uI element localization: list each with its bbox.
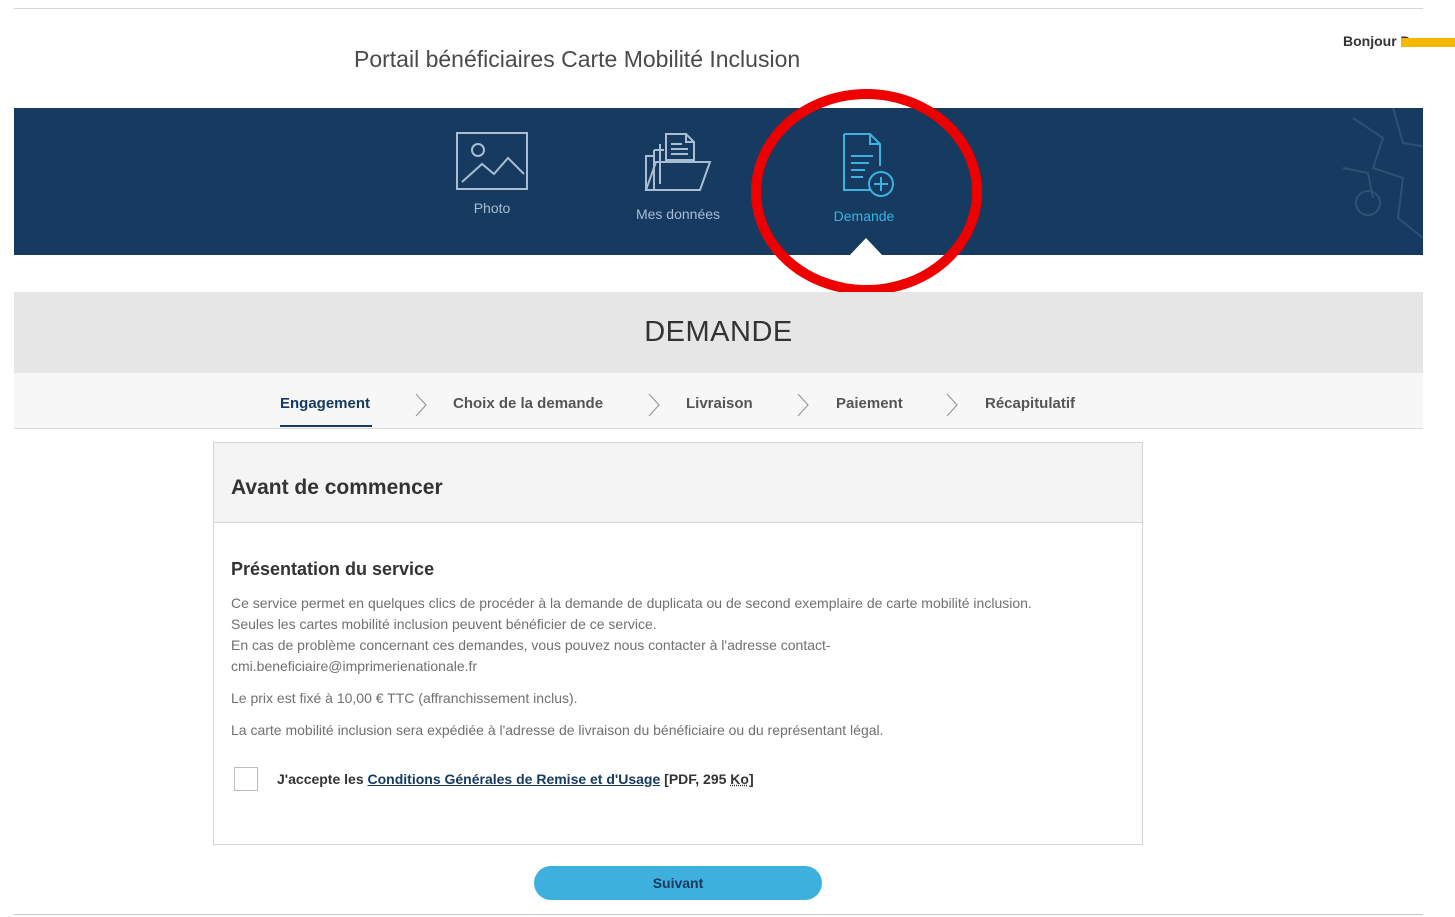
terms-prefix: J'accepte les bbox=[277, 771, 368, 787]
service-subtitle: Présentation du service bbox=[231, 559, 435, 579]
service-line: Ce service permet en quelques clics de p… bbox=[231, 595, 1032, 611]
chevron-right-icon bbox=[648, 393, 660, 417]
card-body: Présentation du service Ce service perme… bbox=[214, 523, 1142, 793]
delivery-info: La carte mobilité inclusion sera expédié… bbox=[231, 722, 884, 738]
nav-item-mes-donnees[interactable]: Mes données bbox=[608, 130, 748, 222]
chevron-right-icon bbox=[946, 393, 958, 417]
chevron-right-icon bbox=[797, 393, 809, 417]
nav-label-photo: Photo bbox=[473, 200, 511, 216]
nav-item-demande[interactable]: Demande bbox=[794, 130, 934, 224]
step-recapitulatif[interactable]: Récapitulatif bbox=[985, 395, 1075, 412]
nav-label-mes-donnees: Mes données bbox=[635, 206, 721, 222]
section-title: DEMANDE bbox=[644, 316, 793, 348]
file-size-unit: Ko bbox=[730, 771, 749, 787]
main-navigation: Photo Mes données Demande bbox=[14, 108, 1423, 255]
price-info: Le prix est fixé à 10,00 € TTC (affranch… bbox=[231, 690, 578, 706]
step-paiement[interactable]: Paiement bbox=[836, 395, 903, 412]
active-step-underline bbox=[280, 425, 372, 427]
terms-link[interactable]: Conditions Générales de Remise et d'Usag… bbox=[368, 771, 661, 787]
folder-documents-icon bbox=[644, 133, 712, 191]
terms-label: J'accepte les Conditions Générales de Re… bbox=[277, 771, 754, 787]
image-icon bbox=[456, 132, 528, 190]
decorative-pattern-icon bbox=[1342, 108, 1423, 239]
active-tab-pointer bbox=[849, 238, 883, 256]
next-button[interactable]: Suivant bbox=[534, 866, 822, 900]
section-header: DEMANDE bbox=[14, 292, 1423, 373]
service-line: En cas de problème concernant ces demand… bbox=[231, 637, 831, 653]
document-add-icon bbox=[843, 133, 894, 197]
step-livraison[interactable]: Livraison bbox=[686, 395, 753, 412]
portal-title: Portail bénéficiaires Carte Mobilité Inc… bbox=[354, 46, 801, 72]
step-engagement[interactable]: Engagement bbox=[280, 395, 370, 412]
top-divider bbox=[14, 8, 1423, 9]
contact-email: cmi.beneficiaire@imprimerienationale.fr bbox=[231, 658, 478, 674]
terms-acceptance: J'accepte les Conditions Générales de Re… bbox=[231, 767, 1125, 793]
chevron-right-icon bbox=[415, 393, 427, 417]
progress-steps: Engagement Choix de la demande Livraison… bbox=[14, 373, 1423, 429]
card-header: Avant de commencer bbox=[214, 443, 1142, 523]
bottom-divider bbox=[14, 914, 1423, 915]
terms-checkbox[interactable] bbox=[234, 767, 258, 791]
redaction-mark bbox=[1401, 38, 1455, 47]
card-title: Avant de commencer bbox=[231, 476, 443, 499]
service-line: Seules les cartes mobilité inclusion peu… bbox=[231, 616, 657, 632]
engagement-card: Avant de commencer Présentation du servi… bbox=[213, 442, 1143, 845]
nav-label-demande: Demande bbox=[833, 208, 895, 224]
nav-item-photo[interactable]: Photo bbox=[422, 130, 562, 216]
step-choix-demande[interactable]: Choix de la demande bbox=[453, 395, 603, 412]
file-info: [PDF, 295 bbox=[660, 771, 731, 787]
service-description: Ce service permet en quelques clics de p… bbox=[231, 593, 1125, 677]
file-info-close: ] bbox=[748, 771, 754, 787]
